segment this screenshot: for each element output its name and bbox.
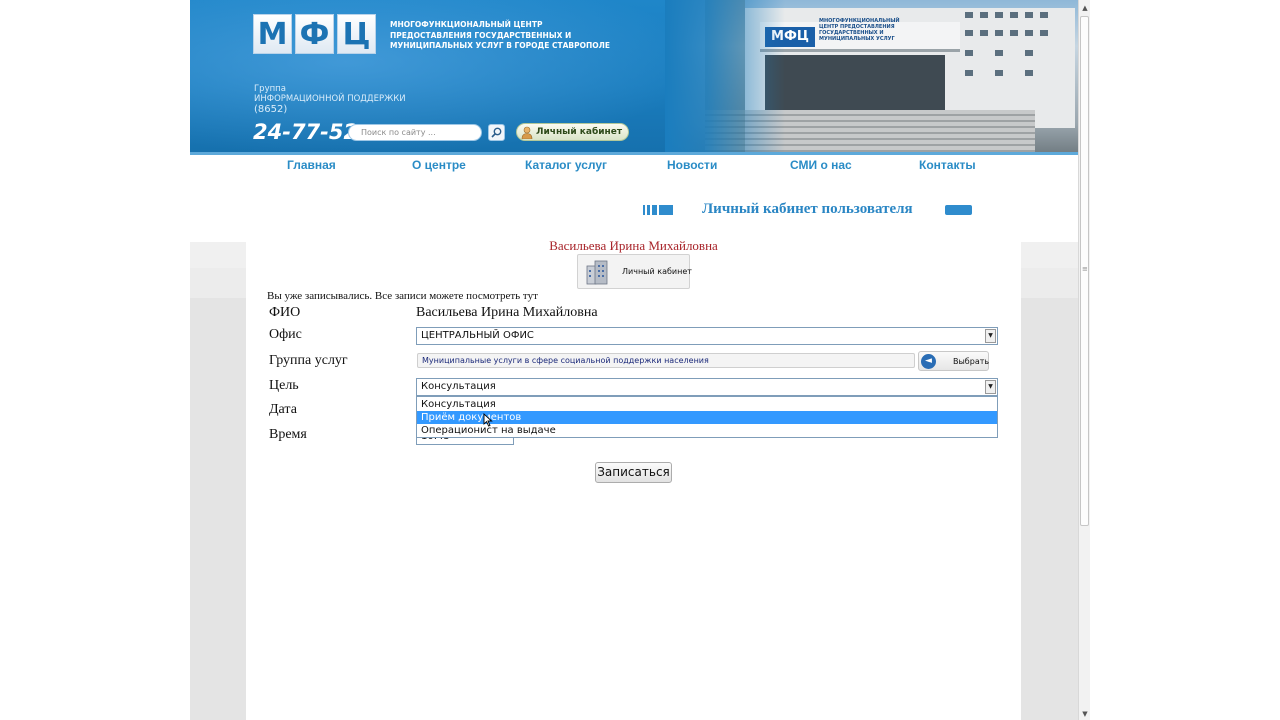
cabinet-card-label: Личный кабинет bbox=[622, 267, 692, 276]
building-photo: МФЦ Многофункциональный центр предоставл… bbox=[665, 0, 1078, 155]
search-button[interactable] bbox=[488, 124, 505, 141]
site-logo[interactable]: М Ф Ц bbox=[253, 14, 376, 54]
choose-button[interactable]: ◄ Выбрать bbox=[918, 351, 989, 371]
logo-letter: М bbox=[253, 14, 292, 54]
title-decoration-right bbox=[945, 205, 972, 215]
page-margin-right bbox=[1090, 0, 1280, 720]
user-icon bbox=[521, 126, 533, 139]
nav-item-contacts[interactable]: Контакты bbox=[919, 158, 976, 172]
chevron-down-icon[interactable]: ▼ bbox=[985, 380, 996, 394]
header-cabinet-label: Личный кабинет bbox=[536, 127, 623, 137]
goal-dropdown-list: Консультация Приём документов Операциони… bbox=[416, 396, 998, 438]
goal-select[interactable]: Консультация ▼ bbox=[416, 378, 998, 396]
scrollbar-grip-icon: ≡ bbox=[1082, 265, 1088, 273]
page-scrollbar[interactable]: ▲ ≡ ▼ bbox=[1078, 0, 1090, 720]
chevron-down-icon[interactable]: ▼ bbox=[985, 329, 996, 343]
support-info: Группа ИНФОРМАЦИОННОЙ ПОДДЕРЖКИ (8652) bbox=[254, 84, 406, 115]
goal-label: Цель bbox=[269, 378, 299, 393]
logo-letter: Ф bbox=[295, 14, 334, 54]
mouse-cursor-icon bbox=[483, 413, 493, 427]
photo-sign-text: Многофункциональный центр предоставления… bbox=[819, 18, 900, 42]
page-title: Личный кабинет пользователя bbox=[702, 201, 913, 217]
goal-select-value: Консультация bbox=[421, 381, 496, 392]
notice-text: Вы уже записывались. Все записи можете п… bbox=[267, 290, 538, 302]
nav-item-about[interactable]: О центре bbox=[412, 158, 466, 172]
support-label: Группа bbox=[254, 84, 286, 94]
main-nav: Главная О центре Каталог услуг Новости С… bbox=[190, 155, 1078, 175]
logo-text: Многофункциональный центр предоставления… bbox=[390, 20, 610, 50]
search-input[interactable]: Поиск по сайту ... bbox=[348, 124, 482, 141]
section-header: Личный кабинет пользователя bbox=[643, 201, 973, 219]
logo-letter: Ц bbox=[337, 14, 376, 54]
choose-button-label: Выбрать bbox=[953, 357, 990, 366]
user-name: Васильева Ирина Михайловна bbox=[549, 238, 718, 253]
scroll-up-icon[interactable]: ▲ bbox=[1081, 4, 1089, 12]
goal-option-highlighted[interactable]: Приём документов bbox=[417, 411, 997, 424]
fio-label: ФИО bbox=[269, 305, 301, 320]
cabinet-card-button[interactable]: Личный кабинет bbox=[577, 254, 692, 289]
support-phone: 24-77-52 bbox=[253, 120, 359, 144]
site-header: М Ф Ц Многофункциональный центр предоста… bbox=[190, 0, 1078, 155]
fio-value: Васильева Ирина Михайловна bbox=[416, 305, 598, 320]
nav-item-home[interactable]: Главная bbox=[287, 158, 336, 172]
nav-item-news[interactable]: Новости bbox=[667, 158, 717, 172]
building-icon bbox=[586, 260, 608, 285]
service-group-field[interactable]: Муниципальные услуги в сфере социальной … bbox=[417, 353, 915, 368]
page-margin-left bbox=[0, 0, 190, 720]
office-select-value: ЦЕНТРАЛЬНЫЙ ОФИС bbox=[421, 330, 534, 341]
goal-option[interactable]: Операционист на выдаче bbox=[417, 424, 997, 437]
nav-item-media[interactable]: СМИ о нас bbox=[790, 158, 852, 172]
support-label: ИНФОРМАЦИОННОЙ ПОДДЕРЖКИ bbox=[254, 94, 406, 104]
support-area-code: (8652) bbox=[254, 104, 288, 115]
time-label: Время bbox=[269, 427, 307, 442]
nav-item-catalog[interactable]: Каталог услуг bbox=[525, 158, 607, 172]
submit-button[interactable]: Записаться bbox=[595, 462, 672, 483]
header-cabinet-button[interactable]: Личный кабинет bbox=[516, 123, 629, 141]
service-group-label: Группа услуг bbox=[269, 353, 348, 368]
office-select[interactable]: ЦЕНТРАЛЬНЫЙ ОФИС ▼ bbox=[416, 327, 998, 345]
search-icon bbox=[491, 127, 502, 138]
date-label: Дата bbox=[269, 402, 297, 417]
goal-option[interactable]: Консультация bbox=[417, 398, 997, 411]
title-decoration-left bbox=[643, 205, 673, 215]
scroll-down-icon[interactable]: ▼ bbox=[1081, 710, 1089, 718]
arrow-left-icon: ◄ bbox=[921, 354, 936, 369]
office-label: Офис bbox=[269, 327, 302, 342]
